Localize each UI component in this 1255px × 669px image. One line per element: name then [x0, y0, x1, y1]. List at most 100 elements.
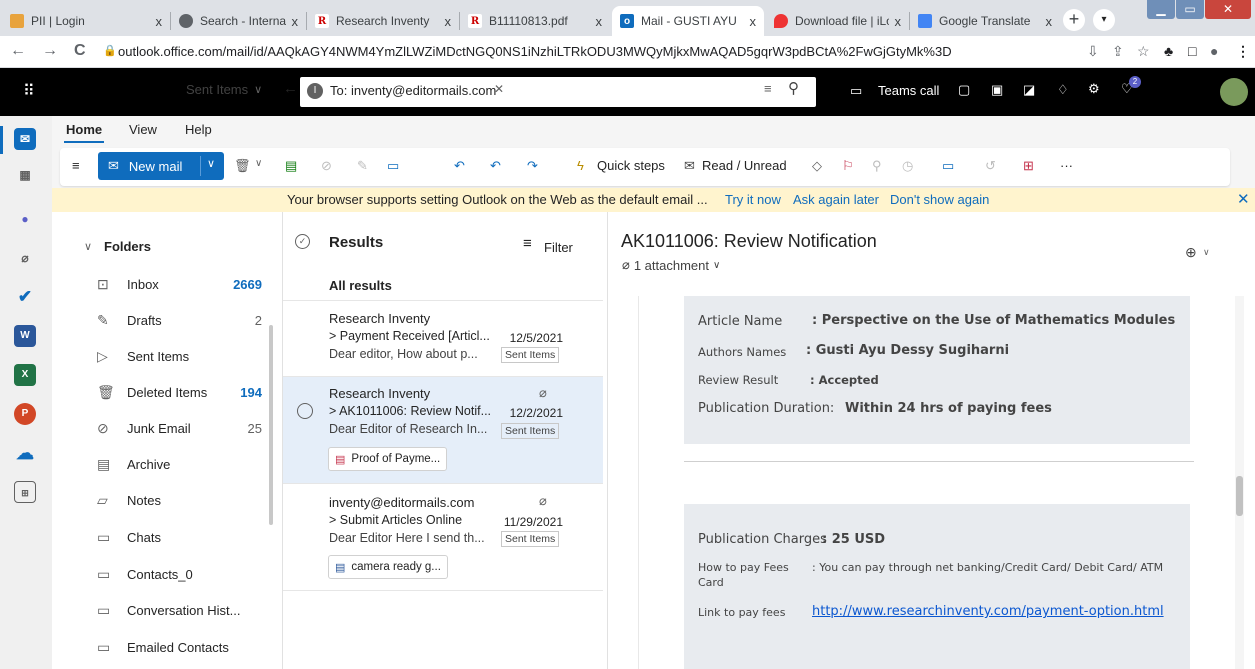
folder-scrollbar[interactable] — [269, 325, 273, 525]
payment-link[interactable]: http://www.researchinventy.com/payment-o… — [812, 604, 1164, 619]
search-icon[interactable]: ⚲ — [788, 79, 799, 97]
browser-tab-research-inventy[interactable]: R Research Inventy x — [307, 6, 459, 36]
calendar-icon[interactable]: ▦ — [14, 164, 36, 186]
attachment-chip[interactable]: ▤ camera ready g... — [328, 555, 448, 579]
app-launcher-icon[interactable]: ⠿ — [23, 81, 35, 101]
folder-chats[interactable]: ▭ Chats — [52, 519, 262, 555]
tab-search-chevron-icon[interactable]: ▾ — [1093, 9, 1115, 31]
hamburger-menu-icon[interactable]: ≡ — [72, 158, 80, 173]
close-tab-icon[interactable]: x — [445, 14, 452, 29]
zoom-icon[interactable]: ⊕ — [1185, 244, 1197, 261]
filter-options-icon[interactable]: ≡ — [764, 81, 772, 96]
move-to-icon[interactable]: ▭ — [387, 158, 399, 174]
settings-gear-icon[interactable]: ⚙ — [1088, 81, 1100, 97]
message-scrollbar[interactable] — [1235, 296, 1244, 669]
back-icon[interactable]: ← — [10, 42, 26, 60]
folder-emailed-contacts[interactable]: ▭ Emailed Contacts — [52, 629, 262, 665]
rules-icon[interactable]: ▭ — [942, 158, 954, 174]
list-item[interactable]: inventy@editormails.com ⌀ > Submit Artic… — [283, 485, 603, 591]
select-all-check-icon[interactable]: ✓ — [295, 234, 310, 249]
feedback-icon[interactable]: ◪ — [1023, 82, 1035, 98]
list-item[interactable]: Research Inventy > Payment Received [Art… — [283, 302, 603, 377]
close-tab-icon[interactable]: x — [292, 14, 299, 29]
reply-icon[interactable]: ↶ — [454, 158, 465, 174]
folders-header[interactable]: ∨ Folders — [52, 228, 262, 264]
close-tab-icon[interactable]: x — [1046, 14, 1053, 29]
close-tab-icon[interactable]: x — [750, 14, 757, 29]
folder-notes[interactable]: ▱ Notes — [52, 482, 262, 518]
bell-icon[interactable]: ♢ — [1057, 82, 1069, 98]
flag-icon[interactable]: ⚐ — [842, 158, 854, 174]
side-panel-icon[interactable]: □ — [1188, 43, 1196, 59]
browser-tab-pdf[interactable]: R B11110813.pdf x — [460, 6, 610, 36]
new-mail-button[interactable]: ✉ New mail ∨ — [98, 152, 224, 180]
install-app-icon[interactable]: ⇩ — [1087, 43, 1099, 60]
tab-help[interactable]: Help — [185, 122, 212, 137]
attachment-icon[interactable]: ⌀ — [14, 247, 36, 269]
todo-check-icon[interactable]: ✔ — [14, 286, 36, 308]
folder-contacts-0[interactable]: ▭ Contacts_0 — [52, 556, 262, 592]
browser-tab-translate[interactable]: Google Translate x — [910, 6, 1060, 36]
browser-tab-mail[interactable]: o Mail - GUSTI AYU x — [612, 6, 764, 36]
powerpoint-icon[interactable]: P — [14, 403, 36, 425]
folder-junk-email[interactable]: ⊘ Junk Email 25 — [52, 410, 262, 446]
filter-button[interactable]: Filter — [544, 240, 573, 255]
reload-icon[interactable]: C — [74, 42, 86, 60]
try-it-now-link[interactable]: Try it now — [725, 192, 781, 207]
list-item-selected[interactable]: Research Inventy ⌀ > AK1011006: Review N… — [283, 377, 603, 484]
forward-icon[interactable]: ↷ — [527, 158, 538, 174]
extensions-icon[interactable]: ♣ — [1164, 43, 1173, 59]
ask-again-later-link[interactable]: Ask again later — [793, 192, 879, 207]
reply-all-icon[interactable]: ↶ — [490, 158, 501, 174]
more-options-button[interactable]: ··· — [1060, 158, 1073, 173]
back-arrow-icon[interactable]: ← — [283, 80, 298, 97]
word-icon[interactable]: W — [14, 325, 36, 347]
delete-icon[interactable]: 🗑 — [234, 158, 251, 174]
close-tab-icon[interactable]: x — [596, 14, 603, 29]
folder-sent-items[interactable]: ▷ Sent Items — [52, 338, 262, 374]
tag-icon[interactable]: ◇ — [812, 158, 822, 174]
minimize-window-button[interactable]: ▁ — [1147, 0, 1175, 19]
excel-icon[interactable]: X — [14, 364, 36, 386]
lock-icon[interactable]: 🔒 — [103, 44, 117, 57]
share-icon[interactable]: ⇪ — [1112, 43, 1124, 60]
office-icon[interactable]: ▣ — [991, 82, 1003, 98]
chevron-down-icon[interactable]: ∨ — [255, 158, 262, 169]
folder-drafts[interactable]: ✎ Drafts 2 — [52, 302, 262, 338]
close-window-button[interactable]: ✕ — [1205, 0, 1251, 19]
close-tab-icon[interactable]: x — [156, 14, 163, 29]
user-avatar[interactable] — [1220, 78, 1248, 106]
teams-call-button[interactable]: Teams call — [878, 83, 939, 98]
clear-filter-icon[interactable]: ✕ — [494, 82, 504, 96]
chat-icon[interactable]: ▢ — [958, 82, 970, 98]
profile-icon[interactable]: ● — [1210, 43, 1218, 59]
read-unread-button[interactable]: Read / Unread — [702, 158, 787, 173]
browser-menu-icon[interactable]: ⋮ — [1236, 43, 1250, 60]
mail-icon[interactable]: ✉ — [14, 128, 36, 150]
onedrive-icon[interactable]: ☁ — [14, 442, 36, 464]
archive-icon[interactable]: ▤ — [285, 158, 297, 174]
folder-inbox[interactable]: ⊡ Inbox 2669 — [52, 266, 262, 302]
folder-deleted-items[interactable]: 🗑 Deleted Items 194 — [52, 374, 262, 410]
maximize-window-button[interactable]: ▭ — [1176, 0, 1204, 19]
forward-icon[interactable]: → — [42, 42, 58, 60]
chevron-down-icon[interactable]: ∨ — [207, 157, 215, 170]
folder-archive[interactable]: ▤ Archive — [52, 446, 262, 482]
folder-conversation-history[interactable]: ▭ Conversation Hist... — [52, 592, 262, 628]
tab-view[interactable]: View — [129, 122, 157, 137]
folder-scope-dropdown[interactable]: Sent Items ∨ — [186, 82, 262, 97]
close-tab-icon[interactable]: x — [895, 14, 902, 29]
quick-steps-button[interactable]: Quick steps — [597, 158, 665, 173]
chevron-down-icon[interactable]: ∨ — [1203, 247, 1210, 258]
more-apps-icon[interactable]: ⊞ — [14, 481, 36, 503]
new-tab-button[interactable]: + — [1063, 9, 1085, 31]
tab-home[interactable]: Home — [66, 122, 102, 137]
close-banner-icon[interactable]: ✕ — [1237, 190, 1250, 208]
select-message-radio[interactable] — [297, 403, 313, 419]
browser-tab-pii[interactable]: PII | Login x — [2, 6, 170, 36]
attachment-chip[interactable]: ▤ Proof of Payme... — [328, 447, 448, 471]
attachments-toggle[interactable]: ⌀ 1 attachment ∨ — [622, 257, 720, 273]
browser-tab-search[interactable]: Search - Internatic x — [171, 6, 306, 36]
url-field[interactable]: outlook.office.com/mail/id/AAQkAGY4NWM4Y… — [118, 44, 952, 59]
people-icon[interactable]: ● — [14, 208, 36, 230]
